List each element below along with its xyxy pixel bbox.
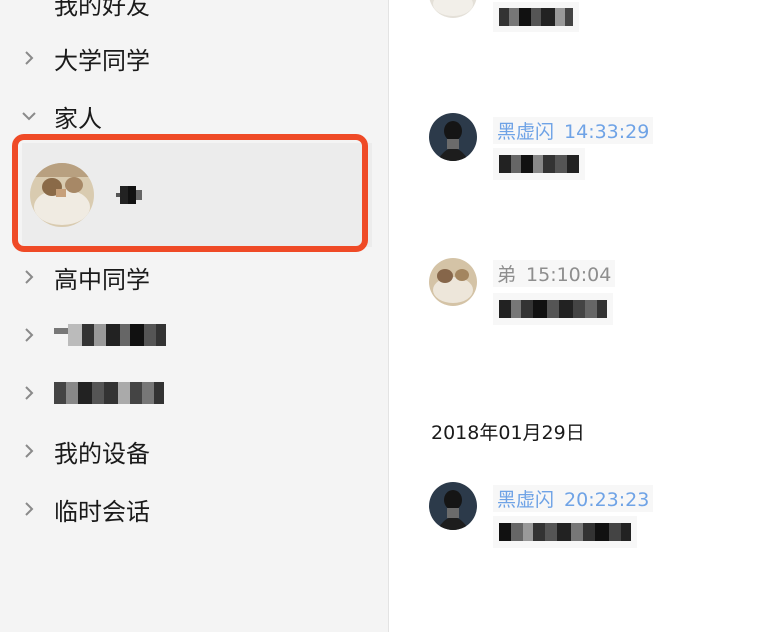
group-obscured-1[interactable] [0, 310, 388, 360]
group-high-school-classmates[interactable]: 高中同学 [0, 252, 388, 302]
message-header: 黑虚闪 14:33:29 [493, 117, 654, 144]
group-label: 大学同学 [54, 46, 150, 75]
group-label: 家人 [54, 104, 102, 133]
date-separator: 2018年01月29日 [431, 422, 585, 444]
chevron-right-icon [22, 270, 36, 284]
group-my-devices[interactable]: 我的设备 [0, 426, 388, 476]
sender-avatar[interactable] [429, 258, 477, 306]
contact-sidebar: 我的好友 大学同学 家人 高中同学 我的设备 临时会话 [0, 0, 389, 632]
sender-name[interactable]: 黑虚闪 [497, 489, 554, 511]
group-my-friends[interactable]: 我的好友 [0, 0, 388, 28]
sender-avatar [429, 0, 477, 18]
sender-name[interactable]: 黑虚闪 [497, 121, 554, 143]
message-header: 黑虚闪 20:23:23 [493, 485, 654, 512]
message-text-obscured [493, 516, 637, 548]
message-time: 14:33:29 [564, 121, 650, 143]
group-obscured-2[interactable] [0, 368, 388, 418]
group-temporary-sessions[interactable]: 临时会话 [0, 484, 388, 534]
group-label-pixelated [54, 382, 164, 404]
group-label: 临时会话 [54, 497, 150, 526]
selection-highlight [12, 134, 368, 252]
message-time: 20:23:23 [564, 489, 650, 511]
group-label: 我的设备 [54, 439, 150, 468]
sender-avatar[interactable] [429, 113, 477, 161]
sender-name[interactable]: 弟 [497, 264, 516, 286]
sender-avatar[interactable] [429, 482, 477, 530]
group-label: 我的好友 [54, 0, 150, 20]
chevron-right-icon [22, 51, 36, 65]
message-text-obscured [493, 293, 613, 325]
message-time: 15:10:04 [526, 264, 612, 286]
chat-history: 黑虚闪 14:33:29 弟 15:10:04 2018年01月29日 黑虚闪 … [389, 0, 758, 632]
chevron-right-icon [22, 502, 36, 516]
message-text-obscured [493, 2, 579, 32]
group-college-classmates[interactable]: 大学同学 [0, 33, 388, 83]
chevron-right-icon [22, 328, 36, 342]
group-label: 高中同学 [54, 265, 150, 294]
chevron-down-icon [22, 109, 36, 123]
chevron-right-icon [22, 386, 36, 400]
group-label-pixelated [54, 324, 166, 346]
message-header: 弟 15:10:04 [493, 260, 616, 287]
chevron-right-icon [22, 444, 36, 458]
message-text-obscured [493, 148, 585, 180]
